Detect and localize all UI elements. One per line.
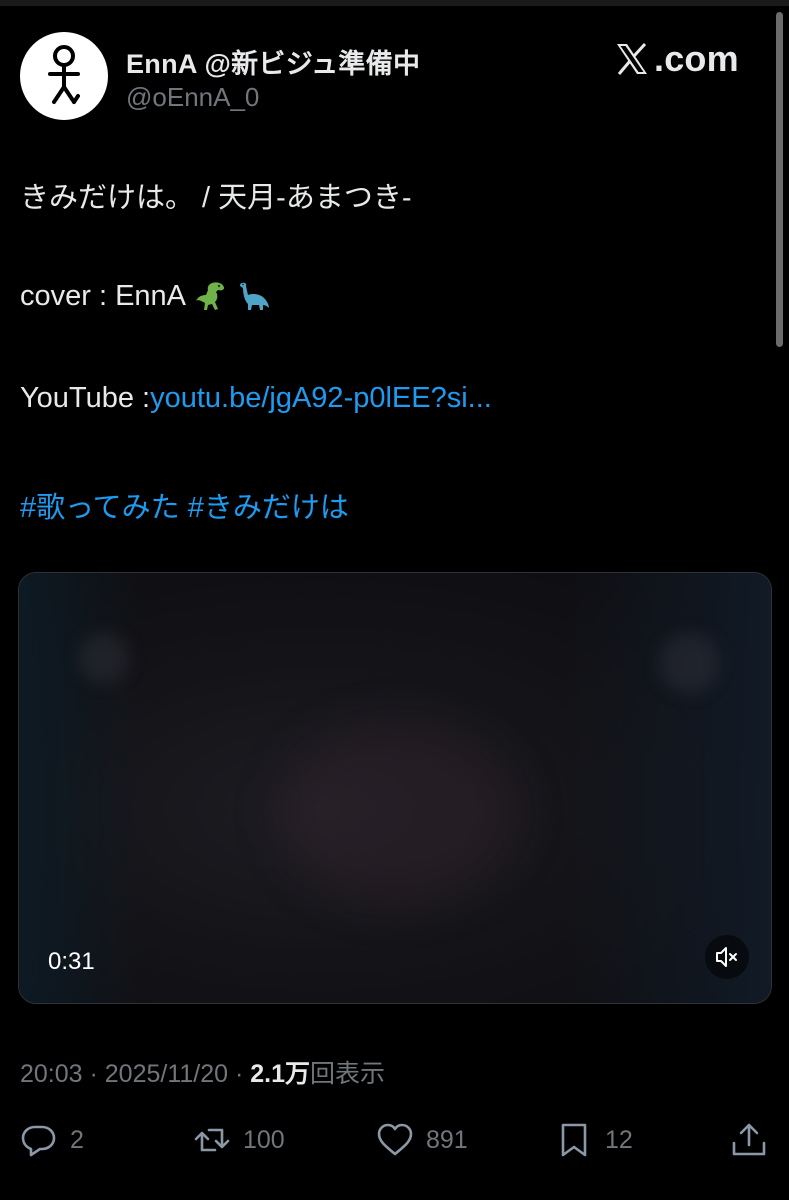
scrollbar[interactable] (776, 12, 783, 347)
tweet-time[interactable]: 20:03 (20, 1060, 83, 1088)
view-count-label: 回表示 (310, 1060, 386, 1088)
meta-separator: · (228, 1060, 251, 1088)
video-light-spot (659, 633, 719, 693)
reply-button[interactable]: 2 (20, 1116, 84, 1164)
meta-separator: · (82, 1060, 105, 1088)
t-rex-emoji-icon (194, 279, 228, 313)
bookmark-icon (561, 1123, 587, 1157)
cover-credit-text: cover : EnnA (20, 279, 187, 312)
author-handle[interactable]: @oEnnA_0 (126, 82, 259, 113)
like-button[interactable]: 891 (376, 1116, 468, 1164)
sauropod-emoji-icon (236, 279, 270, 313)
speaker-muted-icon (716, 947, 737, 967)
reply-count: 2 (70, 1125, 84, 1154)
author-name-row[interactable]: EnnA @新ビジュ準備中 (126, 42, 420, 81)
stick-figure-icon (48, 45, 80, 104)
bookmark-button[interactable]: 12 (555, 1116, 633, 1164)
author-display-name[interactable]: EnnA @新ビジュ準備中 (126, 42, 420, 81)
tweet-text-line1: きみだけは。 / 天月-あまつき- (20, 182, 412, 214)
bookmark-count: 12 (605, 1125, 633, 1154)
retweet-button[interactable]: 100 (193, 1116, 285, 1164)
site-domain-text: .com (654, 38, 739, 79)
tweet-text-line2: cover : EnnA (20, 279, 270, 313)
youtube-label: YouTube : (20, 382, 151, 414)
heart-icon (377, 1123, 413, 1156)
youtube-link[interactable]: youtu.be/jgA92-p0lEE?si... (150, 382, 492, 414)
action-bar: 2 100 891 12 (0, 1116, 789, 1164)
retweet-count: 100 (243, 1125, 285, 1154)
retweet-icon (194, 1128, 230, 1152)
tweet-date[interactable]: 2025/11/20 (105, 1060, 228, 1088)
video-duration: 0:31 (48, 948, 95, 975)
view-count: 2.1万 (250, 1060, 311, 1088)
like-count: 891 (426, 1125, 468, 1154)
video-light-spot (79, 633, 129, 683)
share-icon (732, 1123, 766, 1156)
mute-button[interactable] (705, 935, 749, 979)
share-button[interactable] (730, 1116, 768, 1164)
x-logo-icon (617, 42, 647, 75)
video-frame-left (19, 573, 139, 1003)
video-subject (279, 723, 519, 903)
top-divider (0, 0, 789, 6)
tweet-text-line3: YouTube :youtu.be/jgA92-p0lEE?si... (20, 382, 492, 415)
x-brand[interactable]: .com (612, 38, 739, 80)
tweet-meta: 20:03 · 2025/11/20 · 2.1万回表示 (20, 1054, 385, 1090)
reply-icon (21, 1125, 56, 1157)
avatar[interactable] (20, 32, 108, 120)
video-player[interactable]: 0:31 (18, 572, 772, 1004)
hashtags[interactable]: #歌ってみた #きみだけは (20, 484, 349, 526)
tweet-screenshot: EnnA @新ビジュ準備中 @oEnnA_0 .com きみだけは。 / 天月-… (0, 0, 789, 1200)
